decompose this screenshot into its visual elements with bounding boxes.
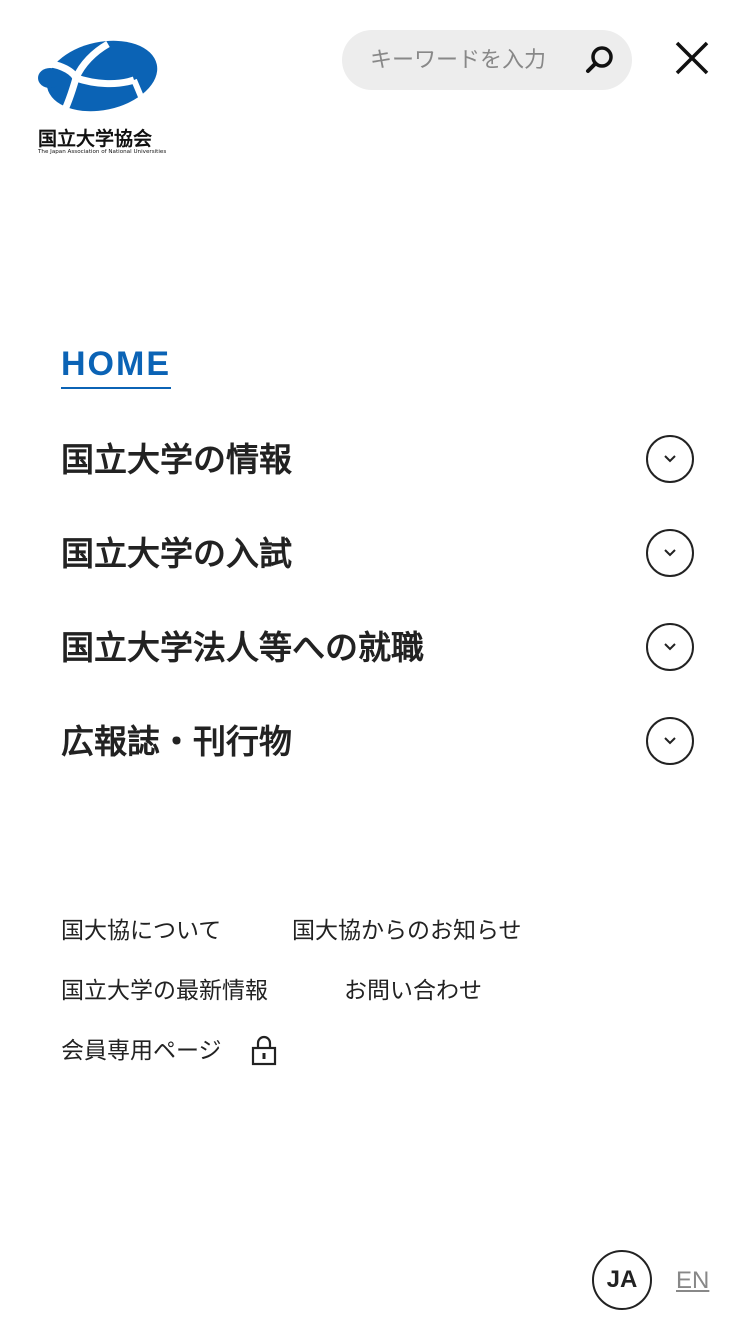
- news-link[interactable]: 国大協からのお知らせ: [292, 916, 522, 946]
- logo-name: 国立大学協会: [38, 128, 153, 150]
- expand-button[interactable]: [646, 435, 694, 483]
- search-input[interactable]: [370, 30, 570, 90]
- close-icon: [675, 41, 709, 75]
- expand-button[interactable]: [646, 717, 694, 765]
- members-page-link[interactable]: 会員専用ページ: [61, 1036, 222, 1066]
- chevron-down-icon: [664, 549, 676, 557]
- search-button[interactable]: [582, 42, 618, 78]
- menu-item-university-info[interactable]: 国立大学の情報: [61, 435, 695, 485]
- about-link[interactable]: 国大協について: [61, 916, 221, 946]
- search-icon: [586, 46, 613, 73]
- menu-item-publications[interactable]: 広報誌・刊行物: [61, 717, 695, 767]
- menu-item-label: 国立大学法人等への就職: [61, 628, 424, 667]
- search-box: [342, 30, 632, 90]
- close-menu-button[interactable]: [668, 34, 716, 82]
- latest-info-link[interactable]: 国立大学の最新情報: [61, 976, 268, 1006]
- logo-mark-icon: [38, 40, 158, 118]
- lock-icon: [251, 1035, 277, 1066]
- chevron-down-icon: [664, 643, 676, 651]
- contact-link[interactable]: お問い合わせ: [344, 976, 482, 1006]
- home-link[interactable]: HOME: [61, 344, 171, 389]
- menu-item-label: 広報誌・刊行物: [61, 722, 292, 761]
- menu-item-label: 国立大学の入試: [61, 534, 292, 573]
- logo-subtitle: The Japan Association of National Univer…: [38, 149, 167, 155]
- menu-item-entrance-exam[interactable]: 国立大学の入試: [61, 529, 695, 579]
- menu-item-employment[interactable]: 国立大学法人等への就職: [61, 623, 695, 673]
- site-logo[interactable]: 国立大学協会 The Japan Association of National…: [36, 34, 166, 158]
- chevron-down-icon: [664, 455, 676, 463]
- expand-button[interactable]: [646, 529, 694, 577]
- chevron-down-icon: [664, 737, 676, 745]
- language-en-link[interactable]: EN: [676, 1266, 709, 1296]
- expand-button[interactable]: [646, 623, 694, 671]
- language-ja-button[interactable]: JA: [592, 1250, 652, 1310]
- menu-item-label: 国立大学の情報: [61, 440, 292, 479]
